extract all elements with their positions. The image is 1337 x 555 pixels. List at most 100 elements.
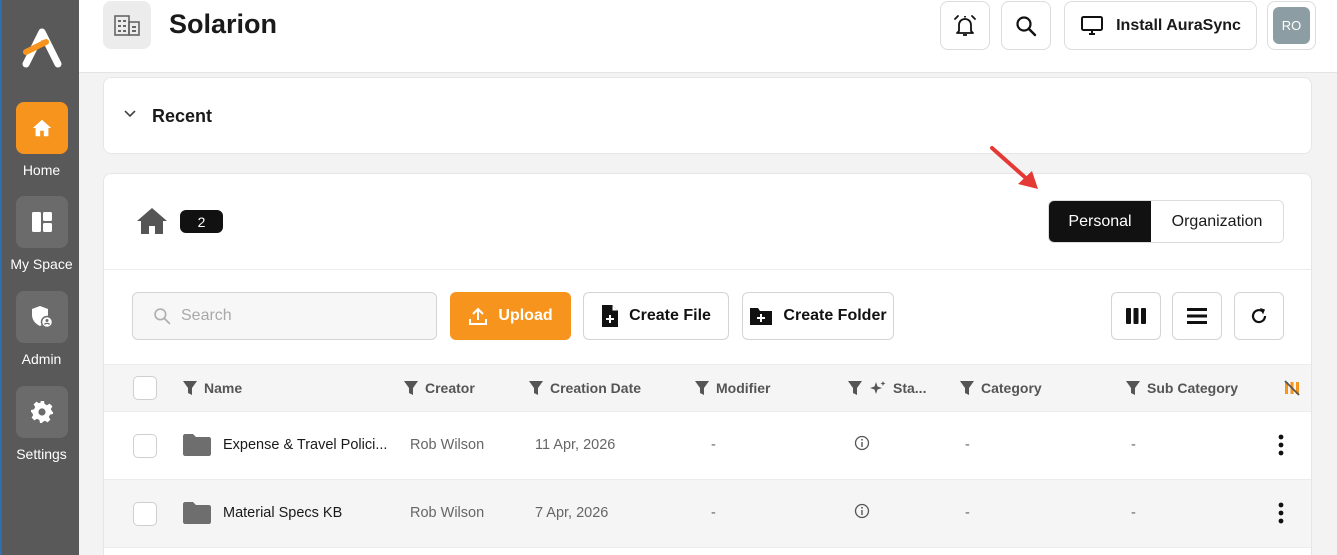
home-icon: [15, 102, 68, 154]
row-creator: Rob Wilson: [410, 437, 485, 453]
sidebar-item-my-space[interactable]: My Space: [2, 196, 81, 272]
column-settings-button[interactable]: [1284, 380, 1306, 396]
column-header-status[interactable]: Sta...: [847, 380, 926, 396]
column-label: Creation Date: [550, 380, 642, 396]
filter-icon: [695, 381, 709, 395]
gear-icon: [15, 386, 68, 438]
avatar-initials: RO: [1273, 7, 1310, 44]
row-category: -: [965, 437, 970, 453]
sidebar-item-label: Admin: [21, 351, 62, 367]
folder-icon: [183, 434, 211, 456]
refresh-icon: [1251, 308, 1267, 324]
upload-label: Upload: [498, 307, 553, 324]
recent-label: Recent: [152, 106, 213, 126]
column-header-modifier[interactable]: Modifier: [694, 380, 770, 396]
search-icon: [1016, 15, 1037, 36]
sparkle-icon: [870, 381, 886, 394]
files-toolbar: Upload Create File Create Folder: [104, 270, 1311, 364]
row-sub-category: -: [1131, 437, 1136, 453]
notifications-button[interactable]: [940, 1, 990, 50]
filter-icon: [183, 381, 197, 395]
columns-icon: [1126, 308, 1146, 324]
row-name[interactable]: Material Specs KB: [223, 505, 342, 521]
search-input[interactable]: [181, 307, 421, 325]
create-file-button[interactable]: Create File: [583, 292, 729, 340]
annotation-arrow: [990, 146, 1038, 189]
table-header: Name Creator Creation Date Modifier Sta.…: [104, 364, 1311, 412]
row-modifier: -: [711, 505, 716, 521]
row-creator: Rob Wilson: [410, 505, 485, 521]
list-view-button[interactable]: [1172, 292, 1222, 340]
alarm-bell-icon: [954, 14, 976, 36]
desktop-icon: [1081, 15, 1104, 35]
filter-icon: [848, 381, 862, 395]
app-logo: [22, 28, 62, 68]
sidebar-item-home[interactable]: Home: [2, 102, 81, 178]
column-label: Sub Category: [1147, 380, 1239, 396]
files-panel-header: 2 Personal Organization: [104, 174, 1311, 270]
column-label: Modifier: [716, 380, 771, 396]
table-row[interactable]: Material Specs KB Rob Wilson 7 Apr, 2026…: [104, 480, 1311, 548]
row-creation-date: 7 Apr, 2026: [535, 505, 609, 521]
column-header-creation-date[interactable]: Creation Date: [528, 380, 641, 396]
row-modifier: -: [711, 437, 716, 453]
info-icon[interactable]: [854, 503, 870, 519]
item-count-badge: 2: [180, 210, 223, 233]
select-all-checkbox[interactable]: [133, 376, 157, 400]
list-icon: [1187, 308, 1207, 324]
column-header-sub-category[interactable]: Sub Category: [1125, 380, 1238, 396]
search-field[interactable]: [132, 292, 437, 340]
chevron-down-icon: [124, 110, 136, 118]
sidebar-item-label: Settings: [16, 446, 67, 462]
install-app-button[interactable]: Install AuraSync: [1064, 1, 1257, 50]
more-options-icon[interactable]: [1278, 434, 1284, 456]
column-label: Sta...: [893, 380, 927, 396]
refresh-button[interactable]: [1234, 292, 1284, 340]
column-header-category[interactable]: Category: [959, 380, 1042, 396]
row-checkbox[interactable]: [133, 502, 157, 526]
row-name[interactable]: Expense & Travel Polici...: [223, 437, 387, 453]
upload-icon: [469, 307, 488, 325]
row-creation-date: 11 Apr, 2026: [535, 437, 616, 453]
create-folder-label: Create Folder: [783, 307, 887, 324]
file-add-icon: [602, 305, 619, 327]
column-header-creator[interactable]: Creator: [403, 380, 475, 396]
column-header-name[interactable]: Name: [182, 380, 242, 396]
info-icon[interactable]: [854, 435, 870, 451]
search-button[interactable]: [1001, 1, 1051, 50]
hide-columns-icon: [1284, 380, 1300, 396]
sidebar: Home My Space Admin Settings: [0, 0, 79, 555]
search-icon: [154, 308, 171, 325]
personal-tab[interactable]: Personal: [1049, 201, 1151, 242]
create-file-label: Create File: [629, 307, 711, 324]
row-sub-category: -: [1131, 505, 1136, 521]
filter-icon: [960, 381, 974, 395]
sidebar-item-label: My Space: [10, 256, 73, 272]
sidebar-item-admin[interactable]: Admin: [2, 291, 81, 367]
table-row[interactable]: Expense & Travel Polici... Rob Wilson 11…: [104, 412, 1311, 480]
column-view-button[interactable]: [1111, 292, 1161, 340]
column-label: Creator: [425, 380, 475, 396]
row-category: -: [965, 505, 970, 521]
sidebar-item-settings[interactable]: Settings: [2, 386, 81, 462]
folder-add-icon: [750, 308, 773, 325]
install-app-label: Install AuraSync: [1116, 16, 1241, 34]
files-panel: 2 Personal Organization Upload Create Fi…: [103, 173, 1312, 555]
create-folder-button[interactable]: Create Folder: [742, 292, 894, 340]
row-checkbox[interactable]: [133, 434, 157, 458]
filter-icon: [1126, 381, 1140, 395]
page-title: Solarion: [169, 9, 278, 39]
folder-icon: [183, 502, 211, 524]
breadcrumb-home-icon[interactable]: [136, 206, 168, 236]
user-avatar[interactable]: RO: [1267, 1, 1316, 50]
admin-shield-icon: [15, 291, 68, 343]
column-label: Category: [981, 380, 1042, 396]
organization-tab[interactable]: Organization: [1151, 201, 1283, 242]
more-options-icon[interactable]: [1278, 502, 1284, 524]
upload-button[interactable]: Upload: [450, 292, 571, 340]
filter-icon: [404, 381, 418, 395]
column-label: Name: [204, 380, 243, 396]
dashboard-icon: [15, 196, 68, 248]
recent-panel[interactable]: Recent: [103, 77, 1312, 154]
building-icon: [103, 1, 151, 49]
